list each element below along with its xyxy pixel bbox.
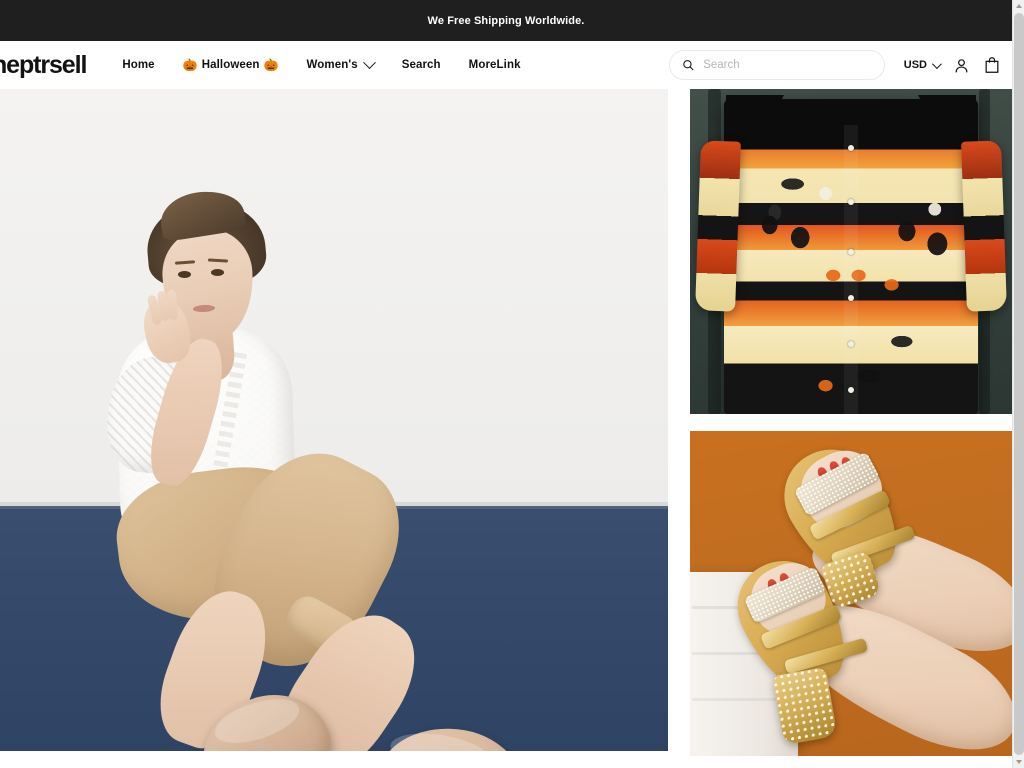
nav-item-morelink-label: MoreLink <box>468 59 521 71</box>
hero-eye-right <box>211 269 224 276</box>
search-input[interactable] <box>703 59 872 71</box>
user-icon <box>955 58 968 72</box>
pumpkin-icon-left: 🎃 <box>182 58 198 72</box>
site-header: heptrsell Home 🎃 Halloween 🎃 Women's Sea… <box>0 41 1012 89</box>
halloween-hawaiian-shirt <box>724 99 978 414</box>
nav-item-home-label: Home <box>122 59 155 71</box>
shirt-button-2 <box>848 199 854 205</box>
vertical-scrollbar[interactable] <box>1012 0 1024 768</box>
shirt-button-3 <box>848 249 854 255</box>
header-actions: USD <box>668 50 1000 80</box>
main-content <box>0 89 1012 768</box>
search-icon <box>683 60 694 71</box>
promo-column <box>690 89 1012 756</box>
nav-item-halloween[interactable]: 🎃 Halloween 🎃 <box>169 53 293 77</box>
nav-item-search[interactable]: Search <box>388 53 455 77</box>
scrollbar-thumb[interactable] <box>1014 13 1024 755</box>
nav-item-womens[interactable]: Women's <box>293 53 388 77</box>
browser-page: We Free Shipping Worldwide. heptrsell Ho… <box>0 0 1024 768</box>
shirt-button-4 <box>848 295 854 301</box>
main-navigation: Home 🎃 Halloween 🎃 Women's Search MoreLi… <box>108 53 534 77</box>
cart-button[interactable] <box>984 56 1000 74</box>
page-viewport: We Free Shipping Worldwide. heptrsell Ho… <box>0 0 1012 768</box>
site-logo[interactable]: heptrsell <box>0 52 87 78</box>
shirt-button-placket <box>844 125 858 414</box>
currency-selector[interactable]: USD <box>903 58 942 71</box>
hero-eye-left <box>178 271 191 278</box>
hero-banner[interactable] <box>0 89 668 751</box>
nav-item-search-label: Search <box>401 59 441 71</box>
account-button[interactable] <box>953 57 970 74</box>
product-card-halloween-shirt[interactable] <box>690 89 1012 414</box>
nav-item-home[interactable]: Home <box>108 53 168 77</box>
shirt-sleeve-right <box>961 140 1007 312</box>
shirt-button-5 <box>848 341 854 347</box>
shirt-button-1 <box>848 145 854 151</box>
shirt-button-6 <box>848 387 854 393</box>
shopping-bag-icon <box>985 57 999 73</box>
announcement-bar: We Free Shipping Worldwide. <box>0 0 1012 41</box>
nav-item-womens-label: Women's <box>306 59 358 71</box>
product-card-gold-sandals[interactable] <box>690 431 1012 756</box>
chevron-down-icon <box>931 58 942 69</box>
search-field-wrapper[interactable] <box>668 50 885 80</box>
announcement-text: We Free Shipping Worldwide. <box>427 14 585 27</box>
scroll-down-arrow-icon[interactable] <box>1013 756 1024 768</box>
scroll-up-arrow-icon[interactable] <box>1013 0 1024 12</box>
shirt-sleeve-left <box>695 140 741 312</box>
nav-item-morelink[interactable]: MoreLink <box>455 53 535 77</box>
nav-item-halloween-label: Halloween <box>201 59 260 71</box>
currency-value: USD <box>903 59 927 71</box>
chevron-down-icon <box>362 55 376 69</box>
pumpkin-icon-right: 🎃 <box>263 58 279 72</box>
